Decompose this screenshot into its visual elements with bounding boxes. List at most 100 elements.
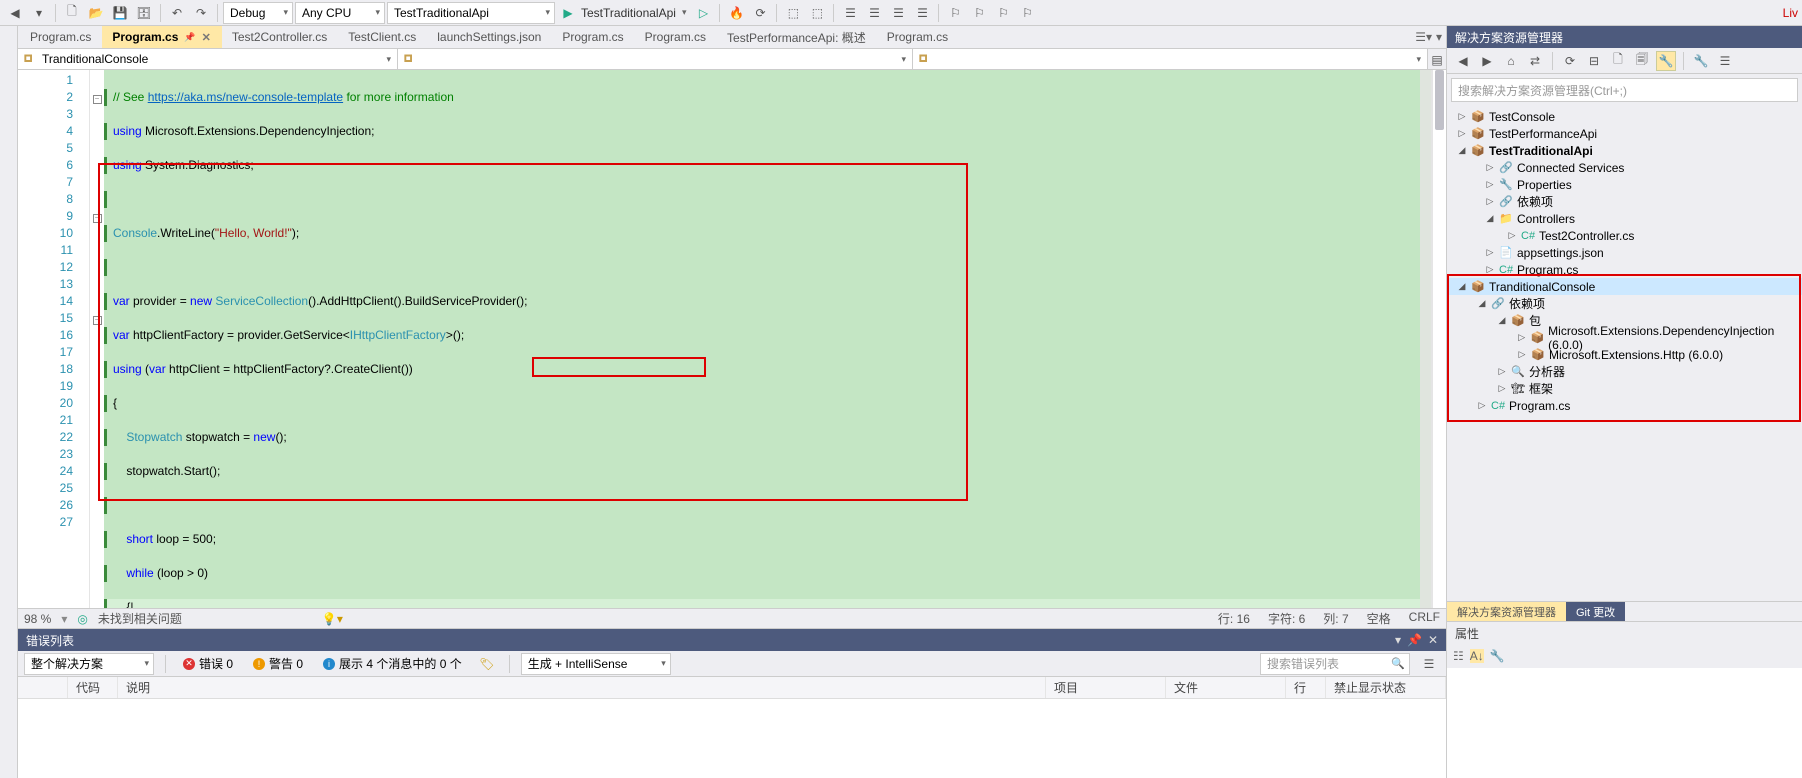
tree-node[interactable]: ▷📦TestConsole [1447, 108, 1802, 125]
new-icon[interactable]: 🗋 [61, 2, 83, 24]
undo-icon[interactable]: ↶ [166, 2, 188, 24]
error-grid[interactable]: 代码 说明 项目 文件 行 禁止显示状态 [18, 677, 1446, 778]
eol-mode[interactable]: CRLF [1409, 610, 1440, 627]
showall-icon[interactable]: 🗋 [1608, 51, 1628, 71]
tab-solution-explorer[interactable]: 解决方案资源管理器 [1447, 602, 1566, 621]
file-tab[interactable]: Program.cs [635, 26, 717, 48]
bookmark-icon[interactable]: ⚐ [944, 2, 966, 24]
properties-icon[interactable]: 🔧 [1656, 51, 1676, 71]
pin-icon[interactable]: 📌 [1407, 633, 1422, 647]
start-nodebug-icon[interactable]: ▷ [692, 2, 714, 24]
tree-node[interactable]: ▷🔍分析器 [1447, 363, 1802, 380]
bookmark4-icon[interactable]: ⚐ [1016, 2, 1038, 24]
platform-combo[interactable]: Any CPU [295, 2, 385, 24]
scope-combo[interactable]: 整个解决方案 [24, 653, 154, 675]
error-search[interactable]: 搜索错误列表 [1260, 653, 1410, 675]
tree-node[interactable]: ▷📦TestPerformanceApi [1447, 125, 1802, 142]
cat-icon[interactable]: ☷ [1453, 649, 1464, 663]
preview-icon[interactable]: ☰ [1715, 51, 1735, 71]
close-icon[interactable]: ✕ [202, 31, 211, 44]
back-icon[interactable]: ◀ [1453, 51, 1473, 71]
indent-icon[interactable]: ☰ [839, 2, 861, 24]
file-tab[interactable]: Program.cs [877, 26, 959, 48]
close-icon[interactable]: ✕ [1428, 633, 1438, 647]
tree-node[interactable]: ◢📦TestTraditionalApi [1447, 142, 1802, 159]
file-tab[interactable]: Program.cs [552, 26, 634, 48]
fold-icon[interactable]: − [93, 316, 102, 325]
col-code[interactable]: 代码 [68, 677, 118, 698]
open-icon[interactable]: 📂 [85, 2, 107, 24]
refresh-icon[interactable]: ⟳ [749, 2, 771, 24]
link-template[interactable]: https://aka.ms/new-console-template [148, 90, 343, 104]
fold-icon[interactable]: − [93, 214, 102, 223]
col-project[interactable]: 项目 [1046, 677, 1166, 698]
start-debug-icon[interactable]: ▶ [557, 2, 579, 24]
vertical-scrollbar[interactable] [1432, 70, 1446, 608]
tab-menu-icon[interactable]: ▾ [1436, 30, 1442, 44]
file-tab[interactable]: TestClient.cs [338, 26, 427, 48]
nav-member-combo[interactable] [913, 49, 1428, 69]
col-suppress[interactable]: 禁止显示状态 [1326, 677, 1446, 698]
tree-node[interactable]: ▷C#Program.cs [1447, 261, 1802, 278]
build-filter-icon[interactable]: 🏷 [476, 653, 498, 675]
tree-node[interactable]: ▷📄appsettings.json [1447, 244, 1802, 261]
tab-git-changes[interactable]: Git 更改 [1566, 602, 1625, 621]
redo-icon[interactable]: ↷ [190, 2, 212, 24]
tree-node[interactable]: ▷C#Test2Controller.cs [1447, 227, 1802, 244]
col-line[interactable]: 行 [1286, 677, 1326, 698]
file-tab[interactable]: launchSettings.json [427, 26, 552, 48]
sync-icon[interactable]: ⇄ [1525, 51, 1545, 71]
wrench-icon[interactable]: 🔧 [1490, 649, 1505, 663]
tree-node-selected[interactable]: ◢📦TranditionalConsole [1447, 278, 1802, 295]
tree-node[interactable]: ◢📁Controllers [1447, 210, 1802, 227]
file-tab[interactable]: Program.cs [20, 26, 102, 48]
zoom-level[interactable]: 98 % [24, 612, 51, 626]
outdent-icon[interactable]: ☰ [863, 2, 885, 24]
messages-filter[interactable]: i展示 4 个消息中的 0 个 [317, 653, 468, 675]
nav-fwd-icon[interactable]: ▾ [28, 2, 50, 24]
step2-icon[interactable]: ⬚ [806, 2, 828, 24]
bookmark3-icon[interactable]: ⚐ [992, 2, 1014, 24]
errors-filter[interactable]: ✕错误 0 [177, 653, 239, 675]
nav-back-icon[interactable]: ◀ [4, 2, 26, 24]
solution-search[interactable]: 搜索解决方案资源管理器(Ctrl+;) [1451, 78, 1798, 102]
tree-node[interactable]: ▷🔧Properties [1447, 176, 1802, 193]
tab-overflow-icon[interactable]: ☰▾ [1415, 30, 1432, 44]
minimap[interactable] [1420, 70, 1432, 608]
bookmark2-icon[interactable]: ⚐ [968, 2, 990, 24]
warnings-filter[interactable]: !警告 0 [247, 653, 309, 675]
nav-project-combo[interactable]: TranditionalConsole [18, 49, 398, 69]
tree-node[interactable]: ▷🔗依赖项 [1447, 193, 1802, 210]
save-icon[interactable]: 💾 [109, 2, 131, 24]
solution-tree[interactable]: ▷📦TestConsole ▷📦TestPerformanceApi ◢📦Tes… [1447, 106, 1802, 601]
az-icon[interactable]: A↓ [1470, 649, 1484, 663]
col-desc[interactable]: 说明 [118, 677, 1046, 698]
save-all-icon[interactable]: 🗄 [133, 2, 155, 24]
file-tab[interactable]: TestPerformanceApi: 概述 [717, 26, 877, 48]
step-icon[interactable]: ⬚ [782, 2, 804, 24]
pin-icon[interactable]: 📌 [184, 32, 195, 43]
tree-node[interactable]: ▷🏗框架 [1447, 380, 1802, 397]
fwd-icon[interactable]: ▶ [1477, 51, 1497, 71]
tree-node[interactable]: ▷C#Program.cs [1447, 397, 1802, 414]
clear-search-icon[interactable]: ☰ [1418, 653, 1440, 675]
copy-icon[interactable]: 🗐 [1632, 51, 1652, 71]
hot-reload-icon[interactable]: 🔥 [725, 2, 747, 24]
code-body[interactable]: // See https://aka.ms/new-console-templa… [104, 70, 1420, 608]
refresh-icon[interactable]: ⟳ [1560, 51, 1580, 71]
file-tab[interactable]: Test2Controller.cs [222, 26, 338, 48]
indent-mode[interactable]: 空格 [1367, 610, 1391, 627]
collapse-icon[interactable]: ⊟ [1584, 51, 1604, 71]
lightbulb-icon[interactable]: 💡▾ [322, 612, 343, 626]
tree-node[interactable]: ▷📦Microsoft.Extensions.DependencyInjecti… [1447, 329, 1802, 346]
autohide-icon[interactable]: ▾ [1395, 633, 1401, 647]
tree-node[interactable]: ◢🔗依赖项 [1447, 295, 1802, 312]
nav-type-combo[interactable] [398, 49, 913, 69]
split-icon[interactable]: ▤ [1428, 49, 1446, 71]
tree-node[interactable]: ▷🔗Connected Services [1447, 159, 1802, 176]
fold-icon[interactable]: − [93, 95, 102, 104]
file-tab-selected[interactable]: Program.cs📌✕ [102, 26, 221, 48]
col-file[interactable]: 文件 [1166, 677, 1286, 698]
config-combo[interactable]: Debug [223, 2, 293, 24]
code-editor[interactable]: 1234567891011121314151617181920212223242… [18, 70, 1446, 608]
